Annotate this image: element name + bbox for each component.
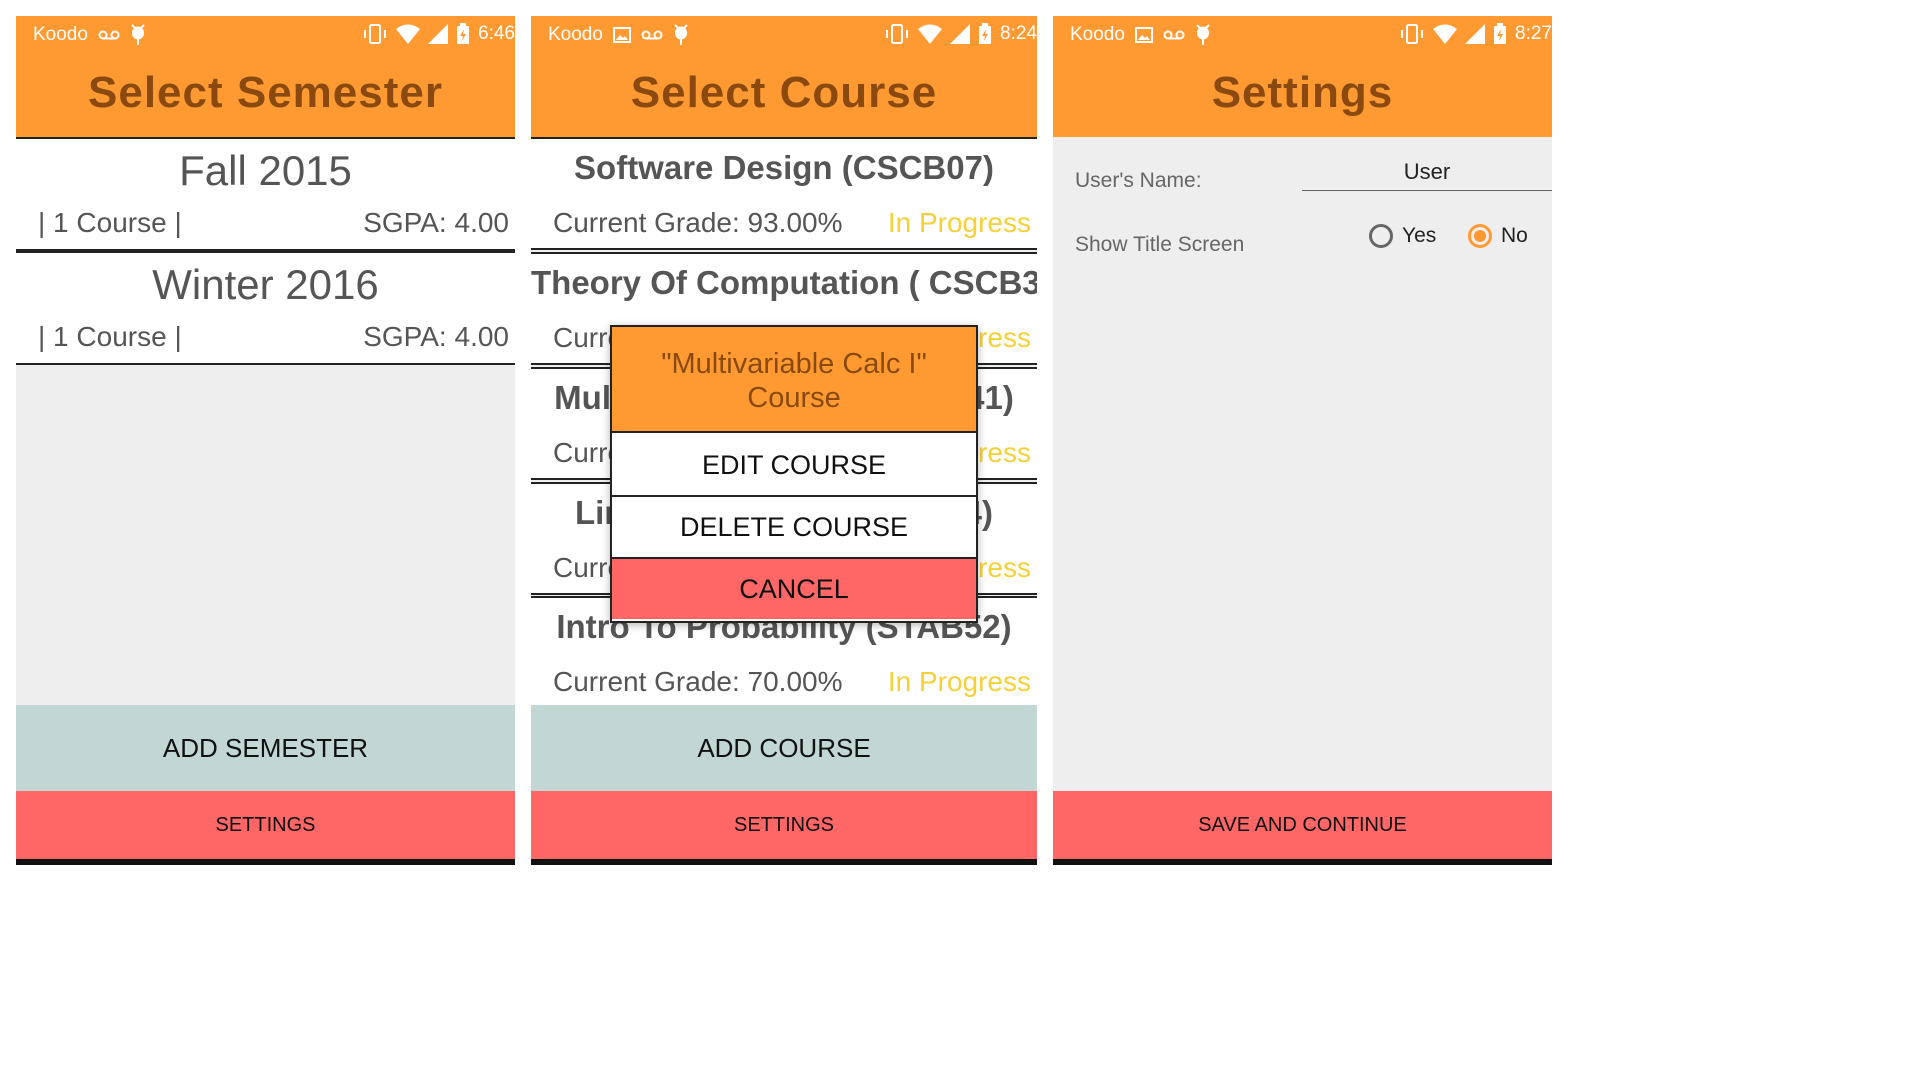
navigation-bar <box>16 859 515 865</box>
course-options-dialog: "Multivariable Calc I" Course EDIT COURS… <box>610 325 978 623</box>
android-debug-icon <box>1195 24 1211 46</box>
course-grade: Current Grade: 70.00% <box>553 666 843 697</box>
users-name-input[interactable] <box>1302 154 1552 191</box>
page-title: Settings <box>1211 68 1394 117</box>
status-bar: Koodo 8:27 <box>1053 16 1552 54</box>
add-course-button[interactable]: ADD COURSE <box>531 705 1037 791</box>
clock: 8:27 <box>1515 23 1552 44</box>
cell-signal-icon <box>1465 24 1486 44</box>
dialog-title: "Multivariable Calc I" Course <box>612 327 976 433</box>
carrier-name: Koodo <box>548 24 603 45</box>
radio-yes-label: Yes <box>1402 224 1437 247</box>
semester-card[interactable]: Winter 2016 | 1 Course | SGPA: 4.00 <box>16 251 515 365</box>
save-and-continue-button[interactable]: SAVE AND CONTINUE <box>1053 791 1552 859</box>
course-title: Theory Of Computation ( CSCB36 <box>531 264 1037 301</box>
cell-signal-icon <box>428 24 449 44</box>
edit-course-button[interactable]: EDIT COURSE <box>612 435 976 497</box>
radio-yes[interactable]: Yes <box>1369 224 1436 248</box>
show-title-screen-label: Show Title Screen <box>1075 233 1245 256</box>
semester-sgpa: SGPA: 4.00 <box>363 321 509 352</box>
voicemail-icon <box>1163 29 1185 41</box>
course-grade: Current Grade: 93.00% <box>553 207 843 238</box>
vibrate-icon <box>362 24 388 44</box>
settings-screen: Koodo 8:27 Settings User's Name: Show Ti… <box>1053 16 1552 865</box>
add-semester-button[interactable]: ADD SEMESTER <box>16 705 515 791</box>
page-title: Select Course <box>630 68 938 117</box>
radio-selected-icon <box>1468 224 1492 248</box>
android-debug-icon <box>130 24 146 46</box>
semester-name: Winter 2016 <box>152 261 379 308</box>
carrier-name: Koodo <box>33 24 88 45</box>
cell-signal-icon <box>950 24 971 44</box>
cancel-button[interactable]: CANCEL <box>612 559 976 619</box>
battery-charging-icon <box>456 23 470 45</box>
image-notification-icon <box>612 27 631 43</box>
clock: 6:46 <box>478 23 515 44</box>
page-title: Select Semester <box>88 68 443 117</box>
semester-name: Fall 2015 <box>179 147 352 194</box>
radio-no-label: No <box>1501 224 1528 247</box>
voicemail-icon <box>98 29 120 41</box>
semester-course-count: | 1 Course | <box>38 207 182 238</box>
settings-button[interactable]: SETTINGS <box>16 791 515 859</box>
settings-button[interactable]: SETTINGS <box>531 791 1037 859</box>
status-bar: Koodo 6:46 <box>16 16 515 54</box>
navigation-bar <box>531 859 1037 865</box>
radio-unselected-icon <box>1369 224 1393 248</box>
navigation-bar <box>1053 859 1552 865</box>
users-name-label: User's Name: <box>1075 169 1202 192</box>
semester-card[interactable]: Fall 2015 | 1 Course | SGPA: 4.00 <box>16 137 515 251</box>
android-debug-icon <box>673 24 689 46</box>
vibrate-icon <box>1399 24 1425 44</box>
carrier-name: Koodo <box>1070 24 1125 45</box>
status-bar: Koodo 8:24 <box>531 16 1037 54</box>
vibrate-icon <box>884 24 910 44</box>
wifi-icon <box>918 24 943 44</box>
radio-no[interactable]: No <box>1468 224 1528 248</box>
voicemail-icon <box>641 29 663 41</box>
delete-course-button[interactable]: DELETE COURSE <box>612 497 976 559</box>
course-status: In Progress <box>887 666 1031 697</box>
semester-course-count: | 1 Course | <box>38 321 182 352</box>
battery-charging-icon <box>1493 23 1507 45</box>
app-header: Koodo 8:24 Select Course <box>531 16 1037 137</box>
select-course-screen: Koodo 8:24 Select Course Software Design… <box>531 16 1037 865</box>
clock: 8:24 <box>1000 23 1037 44</box>
wifi-icon <box>1433 24 1458 44</box>
select-semester-screen: Koodo 6:46 Select Semester Fall 2015 | 1… <box>16 16 515 865</box>
course-status: In Progress <box>887 207 1031 238</box>
app-header: Koodo 6:46 Select Semester <box>16 16 515 137</box>
image-notification-icon <box>1134 27 1153 43</box>
wifi-icon <box>396 24 421 44</box>
course-title: Software Design (CSCB07) <box>574 149 994 186</box>
semester-sgpa: SGPA: 4.00 <box>363 207 509 238</box>
battery-charging-icon <box>978 23 992 45</box>
app-header: Koodo 8:27 Settings <box>1053 16 1552 137</box>
course-card[interactable]: Software Design (CSCB07) Current Grade: … <box>531 137 1037 250</box>
